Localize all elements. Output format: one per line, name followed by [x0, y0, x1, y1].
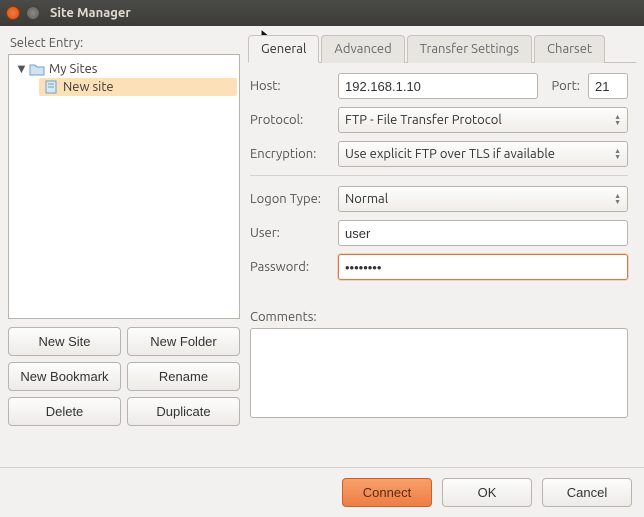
- connect-button[interactable]: Connect: [342, 478, 432, 507]
- user-label: User:: [250, 226, 330, 240]
- tree-item-label: New site: [63, 80, 114, 94]
- encryption-select[interactable]: Use explicit FTP over TLS if available ▲…: [338, 141, 628, 167]
- window-close-icon[interactable]: [6, 6, 20, 20]
- encryption-value: Use explicit FTP over TLS if available: [345, 147, 555, 161]
- logon-type-value: Normal: [345, 192, 388, 206]
- select-entry-label: Select Entry:: [10, 36, 240, 50]
- spinner-icon: ▲▼: [608, 148, 621, 160]
- host-label: Host:: [250, 79, 330, 93]
- tab-general[interactable]: General: [248, 35, 319, 63]
- window-title: Site Manager: [50, 6, 131, 20]
- port-label: Port:: [552, 79, 580, 93]
- spinner-icon: ▲▼: [608, 114, 621, 126]
- new-site-button[interactable]: New Site: [8, 327, 121, 356]
- duplicate-button[interactable]: Duplicate: [127, 397, 240, 426]
- tab-advanced[interactable]: Advanced: [321, 35, 404, 63]
- host-input[interactable]: [338, 73, 538, 99]
- port-input[interactable]: [588, 73, 628, 99]
- new-bookmark-button[interactable]: New Bookmark: [8, 362, 121, 391]
- tree-expand-icon[interactable]: ▼: [15, 61, 25, 76]
- tree-root-label: My Sites: [49, 62, 97, 76]
- tree-item-new-site[interactable]: New site: [39, 78, 237, 96]
- comments-textarea[interactable]: [250, 328, 628, 418]
- logon-type-select[interactable]: Normal ▲▼: [338, 186, 628, 212]
- protocol-value: FTP - File Transfer Protocol: [345, 113, 502, 127]
- logon-type-label: Logon Type:: [250, 192, 330, 206]
- tabs: General Advanced Transfer Settings Chars…: [248, 34, 636, 63]
- server-icon: [43, 80, 59, 94]
- delete-button[interactable]: Delete: [8, 397, 121, 426]
- protocol-select[interactable]: FTP - File Transfer Protocol ▲▼: [338, 107, 628, 133]
- spinner-icon: ▲▼: [608, 193, 621, 205]
- user-input[interactable]: [338, 220, 628, 246]
- ok-button[interactable]: OK: [442, 478, 532, 507]
- divider: [250, 175, 628, 176]
- protocol-label: Protocol:: [250, 113, 330, 127]
- titlebar: Site Manager: [0, 0, 644, 26]
- window-minimize-icon[interactable]: [26, 6, 40, 20]
- tab-charset[interactable]: Charset: [534, 35, 605, 63]
- dialog-footer: Connect OK Cancel: [0, 467, 644, 517]
- cancel-button[interactable]: Cancel: [542, 478, 632, 507]
- new-folder-button[interactable]: New Folder: [127, 327, 240, 356]
- site-tree[interactable]: ▼ My Sites New site: [8, 54, 240, 319]
- encryption-label: Encryption:: [250, 147, 330, 161]
- tab-transfer-settings[interactable]: Transfer Settings: [407, 35, 532, 63]
- folder-icon: [29, 62, 45, 76]
- password-input[interactable]: [338, 254, 628, 280]
- tree-root-my-sites[interactable]: ▼ My Sites: [11, 59, 237, 78]
- comments-label: Comments:: [250, 310, 317, 324]
- password-label: Password:: [250, 260, 330, 274]
- rename-button[interactable]: Rename: [127, 362, 240, 391]
